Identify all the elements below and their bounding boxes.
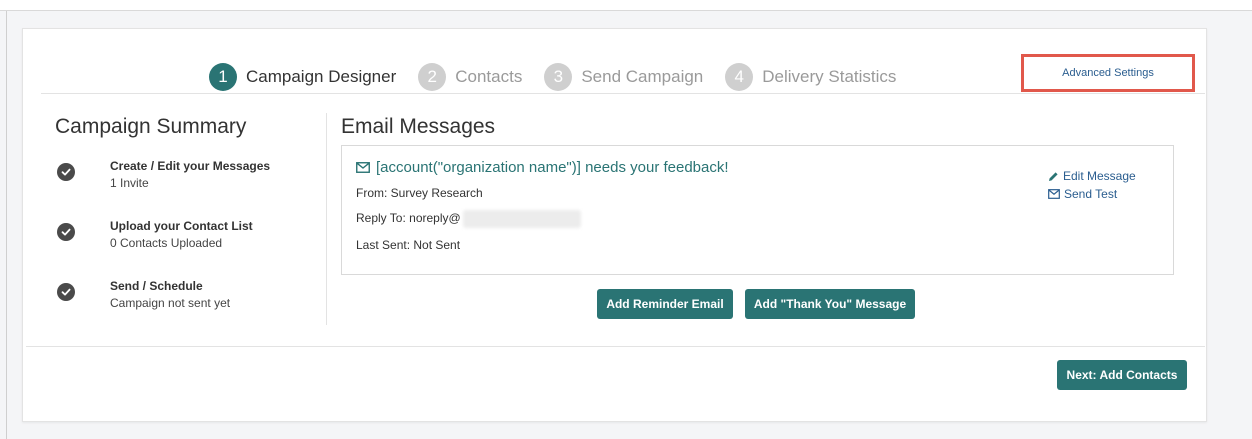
step-send-campaign[interactable]: 3 Send Campaign [544, 63, 703, 91]
email-messages-title: Email Messages [341, 115, 496, 138]
step-number: 4 [725, 63, 754, 91]
summary-item-subtitle: 0 Contacts Uploaded [110, 236, 223, 250]
step-campaign-designer[interactable]: 1 Campaign Designer [209, 63, 396, 91]
advanced-settings-link[interactable]: Advanced Settings [1024, 57, 1192, 89]
email-message-card: [account("organization name")] needs you… [341, 145, 1174, 275]
step-contacts[interactable]: 2 Contacts [418, 63, 522, 91]
pencil-icon [1049, 171, 1058, 181]
summary-item-title: Upload your Contact List [110, 219, 253, 233]
email-subject[interactable]: [account("organization name")] needs you… [356, 159, 729, 176]
left-divider [6, 11, 7, 439]
next-add-contacts-button[interactable]: Next: Add Contacts [1057, 360, 1187, 390]
check-circle-icon [57, 163, 75, 181]
send-test-label: Send Test [1064, 187, 1118, 201]
summary-item-title: Create / Edit your Messages [110, 159, 271, 173]
top-bar [0, 0, 1252, 11]
summary-item-subtitle: 1 Invite [110, 176, 149, 190]
step-number: 3 [544, 63, 573, 91]
summary-item-subtitle: Campaign not sent yet [110, 296, 231, 310]
campaign-summary-title: Campaign Summary [55, 115, 247, 138]
check-circle-icon [57, 223, 75, 241]
step-label: Campaign Designer [246, 67, 397, 86]
envelope-icon [1048, 189, 1060, 199]
email-from: From: Survey Research [356, 186, 483, 200]
step-label: Contacts [455, 67, 523, 86]
redacted-blur [462, 210, 581, 228]
step-label: Send Campaign [581, 67, 704, 86]
email-subject-text: [account("organization name")] needs you… [376, 159, 729, 176]
message-actions: Edit Message Send Test [1048, 169, 1136, 205]
header-divider [41, 93, 1205, 94]
step-label: Delivery Statistics [762, 67, 897, 86]
step-number: 1 [209, 63, 237, 91]
footer-divider [26, 346, 1205, 347]
add-thank-you-button[interactable]: Add "Thank You" Message [745, 289, 915, 319]
step-number: 2 [418, 63, 447, 91]
step-navigation: 1 Campaign Designer 2 Contacts 3 Send Ca… [209, 63, 918, 91]
email-reply-to-text: Reply To: noreply@ [356, 211, 461, 226]
edit-message-link[interactable]: Edit Message [1048, 169, 1136, 183]
email-reply-to: Reply To: noreply@ [356, 210, 581, 228]
step-delivery-statistics[interactable]: 4 Delivery Statistics [725, 63, 896, 91]
envelope-icon [356, 162, 370, 173]
email-last-sent: Last Sent: Not Sent [356, 238, 461, 252]
edit-message-label: Edit Message [1063, 169, 1136, 183]
column-divider [326, 113, 327, 325]
add-reminder-email-button[interactable]: Add Reminder Email [597, 289, 733, 319]
check-circle-icon [57, 283, 75, 301]
send-test-link[interactable]: Send Test [1048, 187, 1136, 201]
summary-item-title: Send / Schedule [110, 279, 203, 293]
campaign-panel: 1 Campaign Designer 2 Contacts 3 Send Ca… [22, 28, 1207, 422]
